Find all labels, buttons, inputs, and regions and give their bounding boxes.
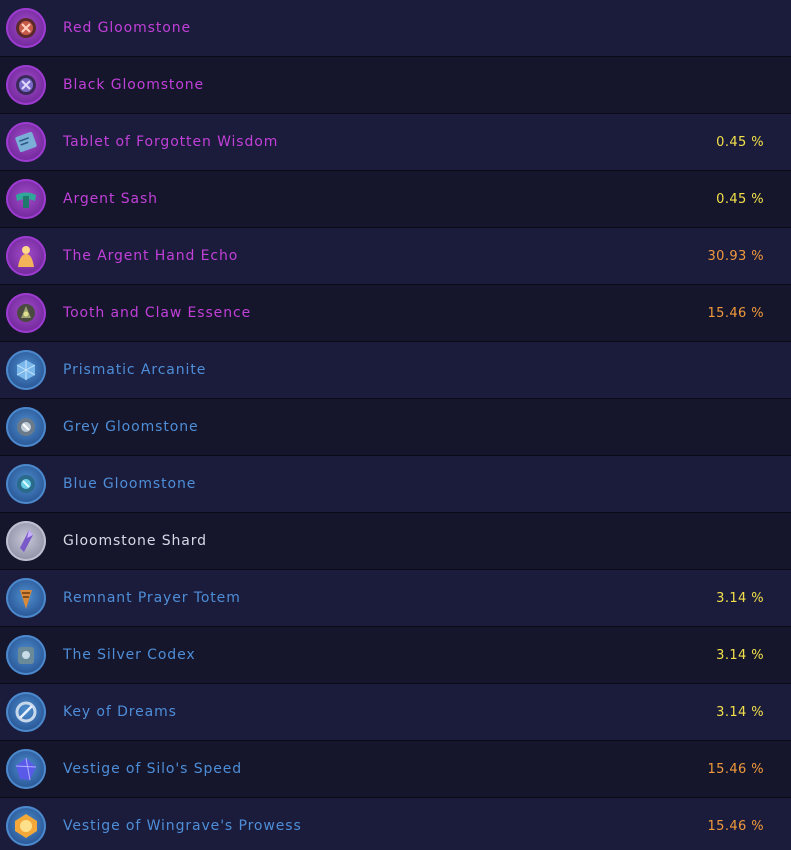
vestige-prowess-icon	[6, 806, 46, 846]
black-gloomstone-icon	[6, 65, 46, 105]
item-name[interactable]: Grey Gloomstone	[63, 419, 199, 435]
item-row-gloomstone-shard[interactable]: Gloomstone Shard	[0, 513, 791, 570]
vestige-speed-icon	[6, 749, 46, 789]
shard-icon	[6, 521, 46, 561]
item-row-tablet-of-forgotten-wisdom[interactable]: Tablet of Forgotten Wisdom 0.45 %	[0, 114, 791, 171]
item-name[interactable]: Red Gloomstone	[63, 20, 191, 36]
item-name[interactable]: Argent Sash	[63, 191, 158, 207]
item-row-argent-sash[interactable]: Argent Sash 0.45 %	[0, 171, 791, 228]
item-name[interactable]: The Silver Codex	[63, 647, 196, 663]
item-row-grey-gloomstone[interactable]: Grey Gloomstone	[0, 399, 791, 456]
item-name[interactable]: Remnant Prayer Totem	[63, 590, 241, 606]
item-name[interactable]: Vestige of Silo's Speed	[63, 761, 242, 777]
item-row-vestige-of-silo-s-speed[interactable]: Vestige of Silo's Speed 15.46 %	[0, 741, 791, 798]
drop-chance: 3.14 %	[716, 704, 764, 720]
item-name[interactable]: Gloomstone Shard	[63, 533, 207, 549]
drop-chance: 3.14 %	[716, 647, 764, 663]
key-icon	[6, 692, 46, 732]
drop-chance: 0.45 %	[716, 134, 764, 150]
item-row-red-gloomstone[interactable]: Red Gloomstone	[0, 0, 791, 57]
item-name[interactable]: Key of Dreams	[63, 704, 177, 720]
item-name[interactable]: Tooth and Claw Essence	[63, 305, 251, 321]
item-row-black-gloomstone[interactable]: Black Gloomstone	[0, 57, 791, 114]
item-row-the-argent-hand-echo[interactable]: The Argent Hand Echo 30.93 %	[0, 228, 791, 285]
drop-chance: 3.14 %	[716, 590, 764, 606]
drop-chance: 15.46 %	[707, 305, 764, 321]
item-row-blue-gloomstone[interactable]: Blue Gloomstone	[0, 456, 791, 513]
echo-figure-icon	[6, 236, 46, 276]
claw-essence-icon	[6, 293, 46, 333]
item-row-remnant-prayer-totem[interactable]: Remnant Prayer Totem 3.14 %	[0, 570, 791, 627]
item-row-the-silver-codex[interactable]: The Silver Codex 3.14 %	[0, 627, 791, 684]
blue-gloomstone-icon	[6, 464, 46, 504]
grey-gloomstone-icon	[6, 407, 46, 447]
drop-chance: 30.93 %	[707, 248, 764, 264]
tablet-icon	[6, 122, 46, 162]
item-row-prismatic-arcanite[interactable]: Prismatic Arcanite	[0, 342, 791, 399]
codex-icon	[6, 635, 46, 675]
item-name[interactable]: Vestige of Wingrave's Prowess	[63, 818, 302, 834]
item-row-vestige-of-wingrave-s-prowess[interactable]: Vestige of Wingrave's Prowess 15.46 %	[0, 798, 791, 850]
sash-icon	[6, 179, 46, 219]
item-name[interactable]: Blue Gloomstone	[63, 476, 196, 492]
arcanite-cube-icon	[6, 350, 46, 390]
drop-chance: 15.46 %	[707, 761, 764, 777]
loot-table: Red Gloomstone Black Gloomstone Tablet of …	[0, 0, 791, 850]
item-row-tooth-and-claw-essence[interactable]: Tooth and Claw Essence 15.46 %	[0, 285, 791, 342]
drop-chance: 15.46 %	[707, 818, 764, 834]
red-gloomstone-icon	[6, 8, 46, 48]
totem-icon	[6, 578, 46, 618]
item-row-key-of-dreams[interactable]: Key of Dreams 3.14 %	[0, 684, 791, 741]
item-name[interactable]: The Argent Hand Echo	[63, 248, 238, 264]
item-name[interactable]: Black Gloomstone	[63, 77, 204, 93]
item-name[interactable]: Prismatic Arcanite	[63, 362, 206, 378]
item-name[interactable]: Tablet of Forgotten Wisdom	[63, 134, 278, 150]
drop-chance: 0.45 %	[716, 191, 764, 207]
